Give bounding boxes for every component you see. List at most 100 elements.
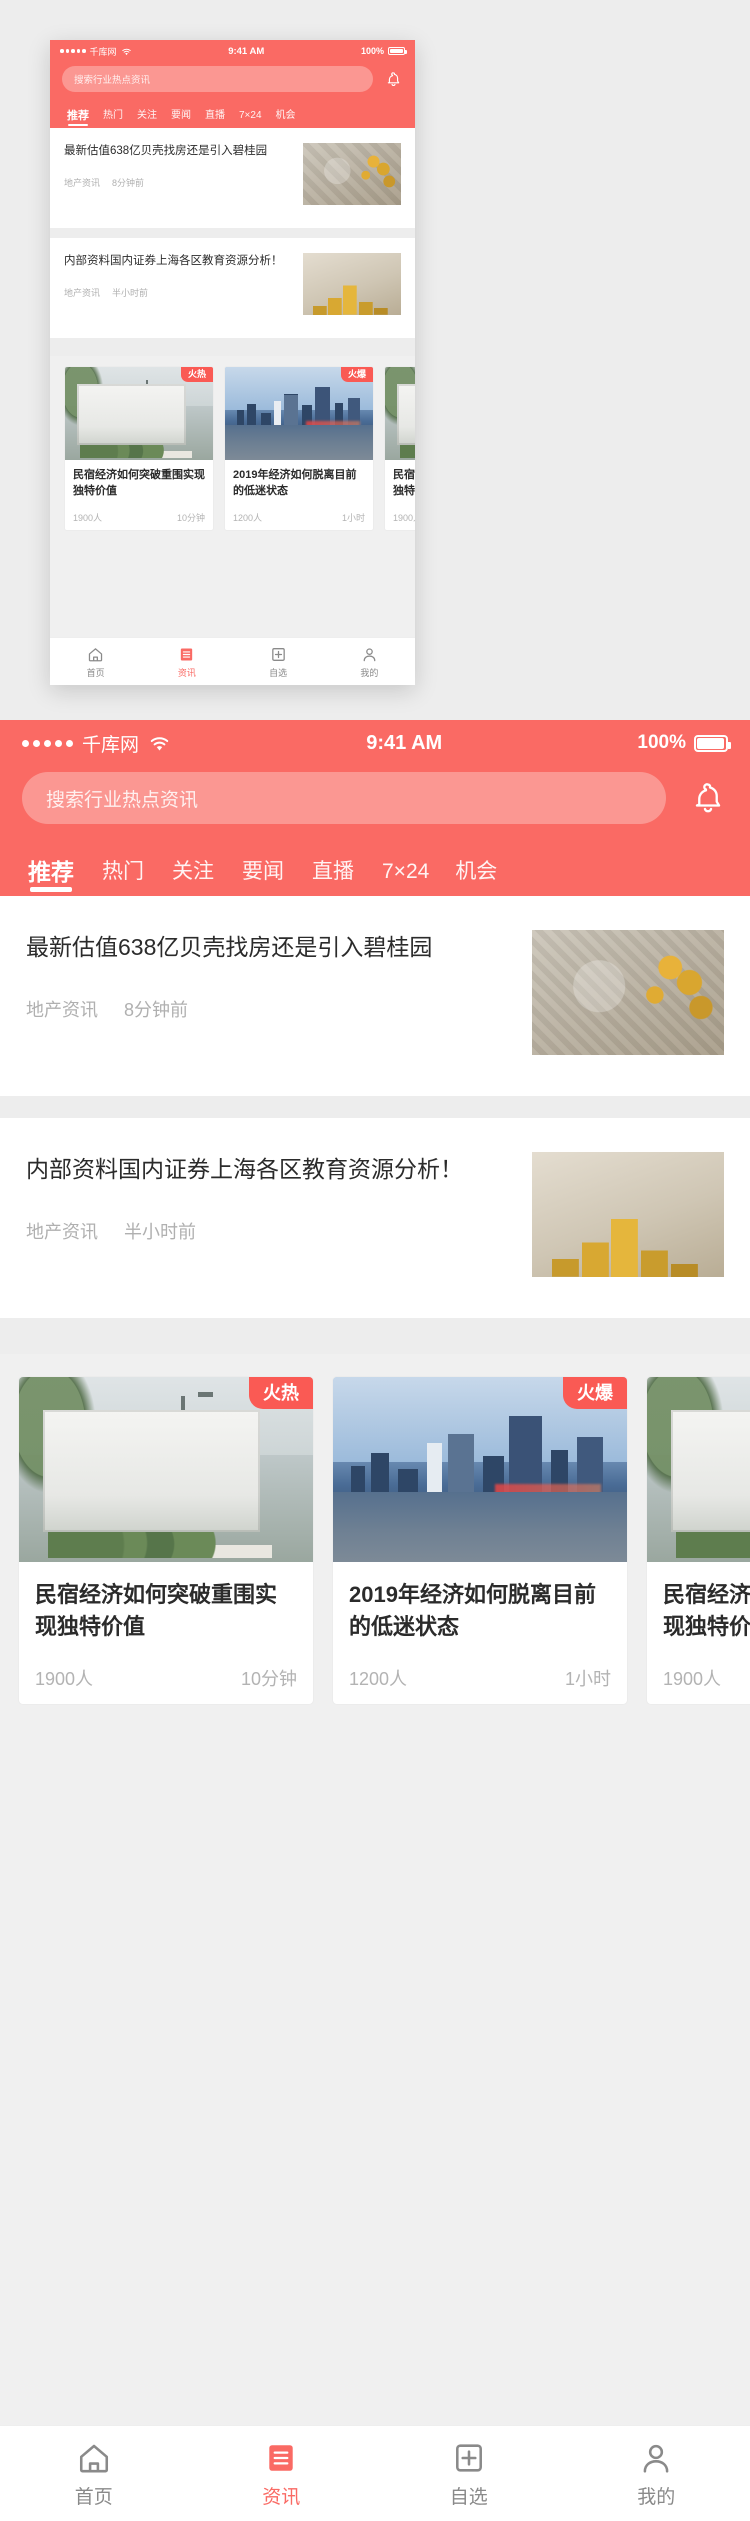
tab-yaowen[interactable]: 要闻 (164, 104, 198, 128)
search-input[interactable]: 搜索行业热点资讯 (62, 66, 373, 92)
card-item[interactable]: 火热 民宿经济如何突破重围实现独特价值 1900人 10分钟 (18, 1376, 314, 1705)
article-time: 8分钟前 (112, 178, 145, 189)
search-input[interactable]: 搜索行业热点资讯 (22, 772, 666, 824)
tab-7x24[interactable]: 7×24 (368, 848, 443, 896)
tab-jihui[interactable]: 机会 (443, 848, 509, 896)
tabbar-label: 自选 (269, 668, 288, 678)
status-bar-right: 100% (360, 46, 407, 56)
status-bar-right: 100% (637, 732, 731, 754)
tab-label: 要闻 (242, 860, 284, 883)
article-text: 最新估值638亿贝壳找房还是引入碧桂园 地产资讯 8分钟前 (64, 143, 291, 189)
carrier-label: 千库网 (89, 46, 117, 57)
bell-icon[interactable] (688, 776, 728, 820)
tab-guanzhu[interactable]: 关注 (158, 848, 228, 896)
tab-7x24[interactable]: 7×24 (232, 104, 269, 128)
card-title: 民宿经济如何突破重围实现独特价值 (393, 469, 415, 497)
card-item[interactable]: 火爆 2019年经济如何脱离目前的低迷状态 1200人 1小时 (224, 366, 374, 531)
tabbar-item-news[interactable]: 资讯 (188, 2438, 376, 2509)
card-item[interactable]: 民宿经济如何突破重围实现独特价值 1900人 10分钟 (646, 1376, 750, 1705)
tab-label: 关注 (137, 110, 157, 121)
tab-label: 关注 (172, 860, 214, 883)
card-badge: 火爆 (340, 367, 373, 382)
card-badge: 火爆 (563, 1377, 627, 1409)
card-badge: 火热 (180, 367, 213, 382)
card-duration: 10分钟 (176, 513, 205, 523)
tab-label: 直播 (205, 110, 225, 121)
tab-label: 热门 (103, 110, 123, 121)
article-title: 内部资料国内证券上海各区教育资源分析！ (64, 255, 283, 267)
article-meta: 地产资讯 半小时前 (64, 286, 291, 299)
section-divider (0, 1318, 750, 1354)
card-duration: 1小时 (341, 513, 365, 523)
tabbar-label: 资讯 (177, 668, 196, 678)
search-placeholder: 搜索行业热点资讯 (74, 75, 151, 86)
tab-tuijian[interactable]: 推荐 (14, 848, 88, 896)
battery-full-icon (388, 46, 407, 56)
tab-jihui[interactable]: 机会 (269, 104, 303, 128)
card-item[interactable]: 火热 民宿经济如何突破重围实现独特价值 1900人 10分钟 (64, 366, 214, 531)
card-stats: 1900人 10分钟 (663, 1665, 750, 1691)
wifi-icon (121, 47, 132, 56)
article-row[interactable]: 内部资料国内证券上海各区教育资源分析！ 地产资讯 半小时前 (0, 1118, 750, 1318)
tabbar-item-mine[interactable]: 我的 (563, 2438, 750, 2509)
card-duration: 1小时 (564, 1669, 611, 1689)
carrier-label: 千库网 (82, 734, 140, 756)
card-views: 1900人 (393, 513, 415, 523)
home-icon (76, 2438, 112, 2478)
tab-label: 机会 (275, 110, 296, 121)
card-stats: 1900人 10分钟 (393, 511, 415, 524)
article-meta: 地产资讯 8分钟前 (64, 176, 291, 189)
card-image (385, 367, 415, 460)
tabbar-item-watchlist[interactable]: 自选 (375, 2438, 563, 2509)
article-thumbnail (303, 253, 401, 315)
tab-remen[interactable]: 热门 (96, 104, 130, 128)
tab-label: 热门 (102, 860, 144, 883)
card-duration: 10分钟 (240, 1669, 297, 1689)
app-header: 千库网 9:41 AM 100% 搜索行业热点资讯 推荐 热门 关注 要闻 直播… (50, 40, 415, 128)
tabbar-item-watchlist[interactable]: 自选 (233, 644, 324, 679)
content-area: 最新估值638亿贝壳找房还是引入碧桂园 地产资讯 8分钟前 内部资料国内证券上海… (0, 896, 750, 2425)
battery-percent-label: 100% (360, 46, 384, 56)
article-time: 半小时前 (112, 288, 149, 299)
article-category: 地产资讯 (64, 178, 101, 189)
search-row: 搜索行业热点资讯 (50, 62, 415, 100)
tabbar-label: 我的 (637, 2487, 676, 2508)
tab-zhibo[interactable]: 直播 (198, 104, 232, 128)
status-time: 9:41 AM (366, 731, 443, 754)
article-title: 最新估值638亿贝壳找房还是引入碧桂园 (26, 934, 433, 960)
tabbar-item-mine[interactable]: 我的 (324, 644, 415, 679)
user-icon (361, 644, 378, 664)
tab-remen[interactable]: 热门 (88, 848, 158, 896)
content-area: 最新估值638亿贝壳找房还是引入碧桂园 地产资讯 8分钟前 内部资料国内证券上海… (50, 128, 415, 637)
card-item[interactable]: 民宿经济如何突破重围实现独特价值 1900人 10分钟 (384, 366, 415, 531)
tab-yaowen[interactable]: 要闻 (228, 848, 298, 896)
tab-tuijian[interactable]: 推荐 (60, 104, 96, 128)
card-title: 2019年经济如何脱离目前的低迷状态 (233, 469, 357, 497)
tabbar-item-home[interactable]: 首页 (50, 644, 141, 679)
article-title: 最新估值638亿贝壳找房还是引入碧桂园 (64, 145, 268, 157)
app-main: 千库网 9:41 AM 100% 搜索行业热点资讯 推荐 热门 关注 要闻 直播… (0, 720, 750, 2521)
card-body: 民宿经济如何突破重围实现独特价值 1900人 10分钟 (19, 1562, 313, 1704)
tab-label: 直播 (312, 860, 354, 883)
section-divider (50, 228, 415, 238)
app-preview-small: 千库网 9:41 AM 100% 搜索行业热点资讯 推荐 热门 关注 要闻 直播… (50, 40, 415, 685)
card-image: 火热 (19, 1377, 313, 1562)
article-row[interactable]: 最新估值638亿贝壳找房还是引入碧桂园 地产资讯 8分钟前 (50, 128, 415, 228)
card-item[interactable]: 火爆 2019年经济如何脱离目前的低迷状态 1200人 1小时 (332, 1376, 628, 1705)
article-row[interactable]: 最新估值638亿贝壳找房还是引入碧桂园 地产资讯 8分钟前 (0, 896, 750, 1096)
card-carousel[interactable]: 火热 民宿经济如何突破重围实现独特价值 1900人 10分钟 火爆 2019年经… (50, 356, 415, 543)
category-tabs: 推荐 热门 关注 要闻 直播 7×24 机会 (50, 100, 415, 128)
tab-zhibo[interactable]: 直播 (298, 848, 368, 896)
tab-guanzhu[interactable]: 关注 (130, 104, 164, 128)
card-stats: 1900人 10分钟 (35, 1665, 297, 1691)
signal-dots-icon (60, 49, 86, 53)
tabbar-label: 我的 (360, 668, 379, 678)
tabbar-item-home[interactable]: 首页 (0, 2438, 188, 2509)
article-row[interactable]: 内部资料国内证券上海各区教育资源分析！ 地产资讯 半小时前 (50, 238, 415, 338)
tabbar-item-news[interactable]: 资讯 (141, 644, 232, 679)
card-carousel[interactable]: 火热 民宿经济如何突破重围实现独特价值 1900人 10分钟 火爆 2019年经… (0, 1354, 750, 1731)
card-views: 1200人 (349, 1669, 408, 1689)
bell-icon[interactable] (383, 68, 403, 90)
card-views: 1900人 (35, 1669, 94, 1689)
search-placeholder: 搜索行业热点资讯 (46, 789, 199, 811)
